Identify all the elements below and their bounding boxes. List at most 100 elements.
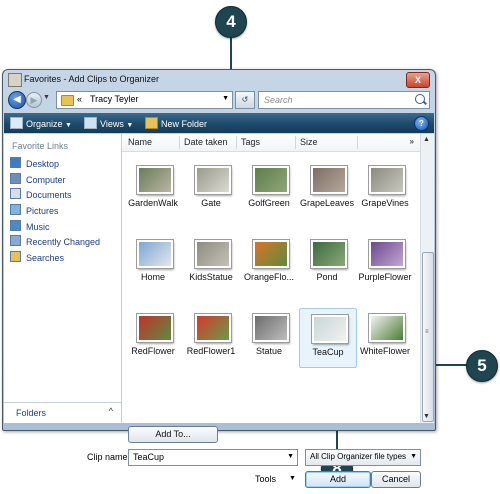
favorite-link-label: Recently Changed <box>26 237 101 248</box>
file-tile[interactable]: Statue <box>241 308 297 366</box>
file-type-select[interactable]: All Clip Organizer file types ▼ <box>305 449 421 466</box>
favorite-link-label: Music <box>26 221 50 232</box>
new-folder-button[interactable]: New Folder <box>145 117 207 129</box>
file-tile[interactable]: Home <box>125 234 181 292</box>
clip-name-value: TeaCup <box>133 452 165 462</box>
scroll-grip-icon: ≡ <box>425 329 429 335</box>
column-header-row: Name Date taken Tags Size » <box>122 134 420 152</box>
favorite-link-item[interactable]: Documents <box>10 188 100 204</box>
file-tile[interactable]: TeaCup <box>299 308 357 368</box>
help-icon[interactable]: ? <box>414 116 429 131</box>
add-to-button[interactable]: Add To... <box>128 426 218 443</box>
image-thumbnail <box>137 240 173 268</box>
column-size[interactable]: Size <box>300 137 318 147</box>
tools-dropdown-icon[interactable]: ▼ <box>289 475 296 482</box>
file-tile[interactable]: WhiteFlower <box>357 308 413 366</box>
file-tile[interactable]: RedFlower1 <box>183 308 239 366</box>
folders-label: Folders <box>16 408 47 418</box>
command-bar: Organize ▼ Views ▼ New Folder ? <box>4 113 434 133</box>
folder-icon <box>10 251 21 263</box>
image-thumbnail <box>312 315 348 343</box>
refresh-button[interactable]: ↺ <box>235 91 255 109</box>
search-icon[interactable] <box>415 94 425 104</box>
favorite-link-label: Computer <box>26 174 66 185</box>
clip-name-field[interactable]: TeaCup ▼ <box>128 449 298 466</box>
chevron-up-icon[interactable]: ^ <box>109 406 113 416</box>
callout-4: 4 <box>215 6 247 38</box>
scroll-up-icon[interactable]: ▲ <box>423 136 430 143</box>
search-input[interactable]: Search <box>258 91 430 109</box>
image-thumbnail <box>369 166 405 194</box>
organize-label: Organize <box>26 119 63 129</box>
file-tile[interactable]: PurpleFlower <box>357 234 413 292</box>
image-thumbnail <box>311 166 347 194</box>
file-name-label: WhiteFlower <box>359 346 410 356</box>
column-name[interactable]: Name <box>128 137 152 147</box>
file-tile[interactable]: OrangeFlo... <box>241 234 297 292</box>
file-type-dropdown-icon[interactable]: ▼ <box>410 453 417 460</box>
favorite-link-label: Desktop <box>26 159 60 169</box>
back-arrow-icon[interactable]: ◀ <box>8 91 26 109</box>
new-folder-label: New Folder <box>161 119 208 129</box>
more-columns-icon[interactable]: » <box>410 137 414 146</box>
add-clips-dialog: Favorites - Add Clips to Organizer X ◀ ▶… <box>2 69 436 488</box>
favorite-link-label: Pictures <box>26 206 59 217</box>
window-title: Favorites - Add Clips to Organizer <box>24 74 160 84</box>
image-thumbnail <box>311 240 347 268</box>
favorite-link-item[interactable]: Desktop <box>10 157 100 173</box>
new-folder-icon <box>145 117 158 129</box>
scroll-down-icon[interactable]: ▼ <box>423 413 430 420</box>
forward-arrow-icon[interactable]: ▶ <box>26 92 42 108</box>
file-tile[interactable]: Gate <box>183 160 239 218</box>
search-placeholder: Search <box>264 95 293 105</box>
favorite-link-item[interactable]: Searches <box>10 251 100 267</box>
file-tile[interactable]: GrapeVines <box>357 160 413 218</box>
favorite-link-item[interactable]: Computer <box>10 172 100 189</box>
folder-icon <box>10 204 21 216</box>
address-dropdown-icon[interactable]: ▼ <box>222 95 229 102</box>
file-tile[interactable]: Pond <box>299 234 355 292</box>
folders-toggle[interactable]: Folders ^ <box>4 402 121 423</box>
file-tile[interactable]: GrapeLeaves <box>299 160 355 218</box>
favorite-link-item[interactable]: Pictures <box>10 204 100 220</box>
file-type-value: All Clip Organizer file types <box>310 452 407 461</box>
dialog-footer: Add To... Clip name: TeaCup ▼ All Clip O… <box>4 424 434 494</box>
views-button[interactable]: Views ▼ <box>84 117 133 129</box>
column-divider[interactable] <box>179 136 180 149</box>
close-button[interactable]: X <box>406 72 430 88</box>
breadcrumb-chevron[interactable]: « <box>77 94 82 104</box>
column-divider[interactable] <box>236 136 237 149</box>
views-dropdown-icon: ▼ <box>126 122 134 129</box>
folder-icon <box>61 95 74 106</box>
clip-name-dropdown-icon[interactable]: ▼ <box>287 453 294 460</box>
vertical-scrollbar[interactable]: ▲ ≡ ▼ <box>420 134 434 423</box>
title-bar: Favorites - Add Clips to Organizer X <box>3 70 435 88</box>
favorite-link-label: Documents <box>26 190 72 201</box>
organize-button[interactable]: Organize ▼ <box>10 117 72 129</box>
column-tags[interactable]: Tags <box>241 137 260 147</box>
file-tile[interactable]: KidsStatue <box>183 234 239 292</box>
image-thumbnail <box>253 314 289 342</box>
column-date-taken[interactable]: Date taken <box>184 137 228 147</box>
app-icon <box>8 73 22 87</box>
column-divider[interactable] <box>357 136 358 149</box>
file-name-label: GrapeVines <box>361 198 409 208</box>
folder-icon <box>10 188 21 200</box>
file-tile[interactable]: GardenWalk <box>125 160 181 218</box>
tools-menu[interactable]: Tools <box>255 474 276 484</box>
address-bar[interactable]: « Tracy Teyler ▼ <box>56 91 233 109</box>
file-tile[interactable]: GolfGreen <box>241 160 297 218</box>
column-divider[interactable] <box>295 136 296 149</box>
favorite-link-item[interactable]: Recently Changed <box>10 235 100 251</box>
file-tile[interactable]: RedFlower <box>125 308 181 366</box>
image-thumbnail <box>369 314 405 342</box>
breadcrumb-path[interactable]: Tracy Teyler <box>90 94 139 104</box>
cancel-button[interactable]: Cancel <box>371 471 421 488</box>
callout-5: 5 <box>466 350 498 382</box>
scroll-thumb[interactable]: ≡ <box>422 252 434 422</box>
favorite-link-item[interactable]: Music <box>10 219 100 236</box>
image-thumbnail <box>137 166 173 194</box>
add-button[interactable]: Add <box>305 471 371 488</box>
recent-pages-dropdown[interactable]: ▼ <box>43 94 50 101</box>
image-thumbnail <box>253 166 289 194</box>
